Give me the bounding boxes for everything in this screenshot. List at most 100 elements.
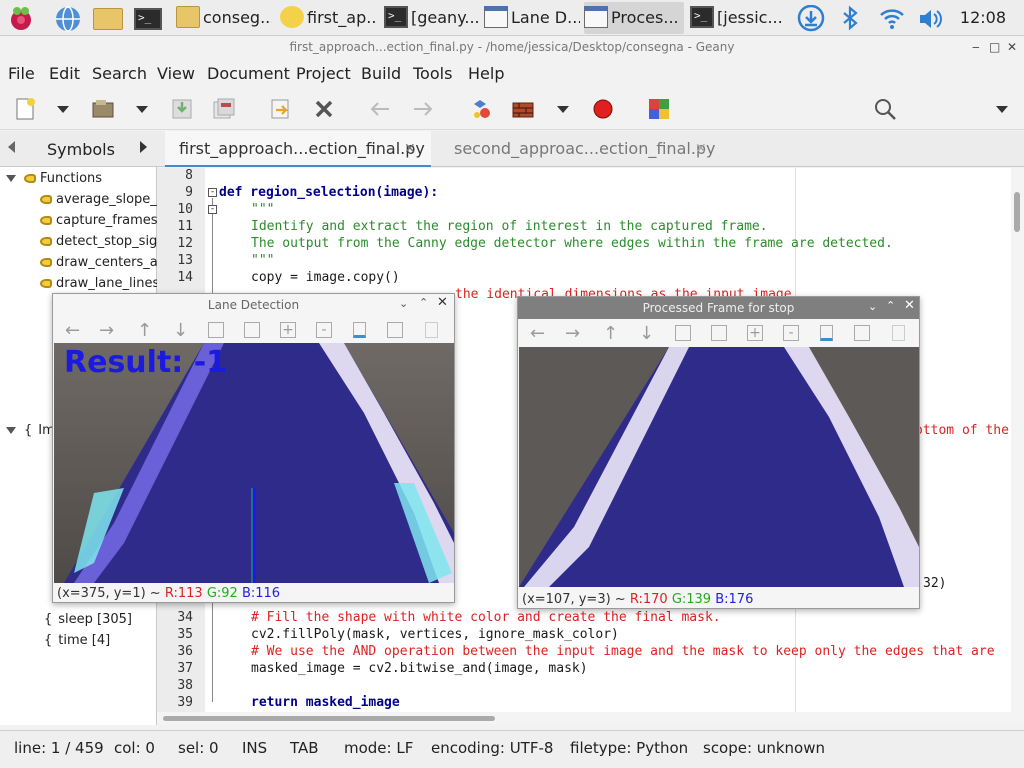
task-consegna[interactable]: conseg... bbox=[176, 2, 272, 34]
task-processed-frame[interactable]: Proces... bbox=[584, 2, 684, 34]
build-dropdown-icon[interactable] bbox=[557, 106, 569, 113]
symbol-item[interactable]: draw_lane_lines bbox=[40, 276, 159, 291]
clock[interactable]: 12:08 bbox=[960, 0, 1006, 36]
processed-frame-window[interactable]: Processed Frame for stop ⌄ ⌃ ✕ ← → ↑ ↓ +… bbox=[517, 296, 920, 609]
menu-file[interactable]: File bbox=[8, 64, 35, 83]
save-icon[interactable] bbox=[169, 96, 195, 122]
geany-icon bbox=[280, 6, 304, 28]
search-icon[interactable] bbox=[872, 96, 898, 122]
pan-up-icon[interactable]: ↑ bbox=[137, 320, 152, 341]
save-image-icon[interactable] bbox=[820, 325, 833, 341]
zoom-fit-icon[interactable] bbox=[208, 322, 224, 338]
menu-project[interactable]: Project bbox=[296, 64, 351, 83]
pan-right-icon[interactable]: → bbox=[99, 320, 114, 341]
save-all-icon[interactable] bbox=[211, 96, 237, 122]
zoom-reset-icon[interactable] bbox=[711, 325, 727, 341]
zoom-fit-icon[interactable] bbox=[675, 325, 691, 341]
lane-detection-window[interactable]: Lane Detection ⌄ ⌃ ✕ ← → ↑ ↓ + - Result:… bbox=[52, 293, 455, 603]
scroll-thumb[interactable] bbox=[1014, 192, 1020, 232]
symbol-item[interactable]: detect_stop_sign bbox=[40, 234, 166, 249]
close-icon[interactable]: ✕ bbox=[904, 298, 915, 313]
symbol-item[interactable]: capture_frames bbox=[40, 213, 158, 228]
pan-down-icon[interactable]: ↓ bbox=[173, 320, 188, 341]
properties-icon[interactable] bbox=[892, 325, 905, 341]
task-first-approach[interactable]: first_ap... bbox=[280, 2, 378, 34]
properties-icon[interactable] bbox=[425, 322, 438, 338]
zoom-reset-icon[interactable] bbox=[244, 322, 260, 338]
volume-icon[interactable] bbox=[917, 5, 945, 38]
tab-close-icon[interactable]: ✕ bbox=[404, 141, 416, 157]
minimize-icon[interactable]: ⌃ bbox=[419, 296, 428, 309]
copy-image-icon[interactable] bbox=[854, 325, 870, 341]
pan-left-icon[interactable]: ← bbox=[65, 320, 80, 341]
stop-icon[interactable] bbox=[590, 96, 616, 122]
minimize-icon[interactable]: ⌃ bbox=[886, 299, 895, 312]
pan-right-icon[interactable]: → bbox=[565, 323, 580, 344]
fold-marker-icon[interactable]: - bbox=[208, 205, 217, 214]
task-lane-detection[interactable]: Lane D... bbox=[484, 2, 580, 34]
zoom-in-icon[interactable]: + bbox=[280, 322, 296, 338]
tab-second-approach[interactable]: second_approac...ection_final.py bbox=[454, 139, 716, 158]
window-menu-icon[interactable]: ⌄ bbox=[399, 297, 408, 310]
minimize-button[interactable]: ‒ bbox=[972, 36, 980, 58]
vertical-scrollbar[interactable] bbox=[1011, 168, 1024, 724]
color-chooser-icon[interactable] bbox=[646, 96, 672, 122]
menu-edit[interactable]: Edit bbox=[49, 64, 80, 83]
pan-up-icon[interactable]: ↑ bbox=[603, 323, 618, 344]
close-file-icon[interactable] bbox=[311, 96, 337, 122]
download-icon[interactable] bbox=[797, 4, 825, 38]
open-dropdown-icon[interactable] bbox=[136, 106, 148, 113]
tab-symbols[interactable]: Symbols bbox=[47, 140, 115, 159]
window-menu-icon[interactable]: ⌄ bbox=[868, 300, 877, 313]
functions-node[interactable]: Functions bbox=[6, 171, 102, 186]
tab-close-icon[interactable]: ✕ bbox=[695, 141, 707, 157]
zoom-in-icon[interactable]: + bbox=[747, 325, 763, 341]
menu-view[interactable]: View bbox=[157, 64, 195, 83]
symbol-item[interactable]: average_slope_ir bbox=[40, 192, 166, 207]
bluetooth-icon[interactable] bbox=[840, 5, 860, 38]
copy-image-icon[interactable] bbox=[387, 322, 403, 338]
zoom-out-icon[interactable]: - bbox=[783, 325, 799, 341]
menu-tools[interactable]: Tools bbox=[413, 64, 452, 83]
status-ins: INS bbox=[242, 739, 268, 757]
horizontal-scrollbar[interactable] bbox=[157, 712, 1011, 724]
revert-icon[interactable] bbox=[268, 96, 294, 122]
forward-icon[interactable] bbox=[410, 96, 436, 122]
maximize-button[interactable]: □ bbox=[989, 36, 1000, 58]
open-file-icon[interactable] bbox=[90, 96, 116, 122]
close-button[interactable]: ✕ bbox=[1007, 36, 1017, 58]
browser-icon[interactable] bbox=[54, 5, 80, 32]
menu-help[interactable]: Help bbox=[468, 64, 504, 83]
function-icon bbox=[40, 258, 52, 267]
scroll-thumb[interactable] bbox=[163, 716, 495, 721]
menu-build[interactable]: Build bbox=[361, 64, 401, 83]
code-line: copy = image.copy() bbox=[251, 270, 400, 285]
menu-document[interactable]: Document bbox=[207, 64, 290, 83]
new-file-icon[interactable] bbox=[12, 96, 38, 122]
new-dropdown-icon[interactable] bbox=[57, 106, 69, 113]
terminal-icon[interactable] bbox=[134, 8, 162, 30]
build-icon[interactable] bbox=[510, 96, 536, 122]
task-jessica-terminal[interactable]: [jessic... bbox=[690, 2, 784, 34]
tab-scroll-left-icon[interactable] bbox=[8, 141, 15, 153]
tab-scroll-right-icon[interactable] bbox=[140, 141, 147, 153]
status-tab: TAB bbox=[290, 739, 319, 757]
close-icon[interactable]: ✕ bbox=[437, 295, 448, 310]
toolbar-overflow-icon[interactable] bbox=[996, 106, 1008, 113]
import-item[interactable]: {time [4] bbox=[44, 633, 110, 648]
back-icon[interactable] bbox=[367, 96, 393, 122]
imports-node[interactable]: {Im bbox=[6, 423, 55, 438]
wifi-icon[interactable] bbox=[878, 5, 906, 38]
pan-left-icon[interactable]: ← bbox=[530, 323, 545, 344]
fold-marker-icon[interactable]: - bbox=[208, 188, 217, 197]
task-geany-terminal[interactable]: [geany... bbox=[384, 2, 478, 34]
file-manager-icon[interactable] bbox=[93, 8, 123, 30]
symbol-item[interactable]: draw_centers_ar bbox=[40, 255, 163, 270]
pan-down-icon[interactable]: ↓ bbox=[639, 323, 654, 344]
raspberry-menu-icon[interactable] bbox=[8, 5, 34, 31]
menu-search[interactable]: Search bbox=[92, 64, 147, 83]
zoom-out-icon[interactable]: - bbox=[316, 322, 332, 338]
save-image-icon[interactable] bbox=[353, 322, 366, 338]
compile-icon[interactable] bbox=[469, 96, 495, 122]
import-item[interactable]: {sleep [305] bbox=[44, 612, 132, 627]
